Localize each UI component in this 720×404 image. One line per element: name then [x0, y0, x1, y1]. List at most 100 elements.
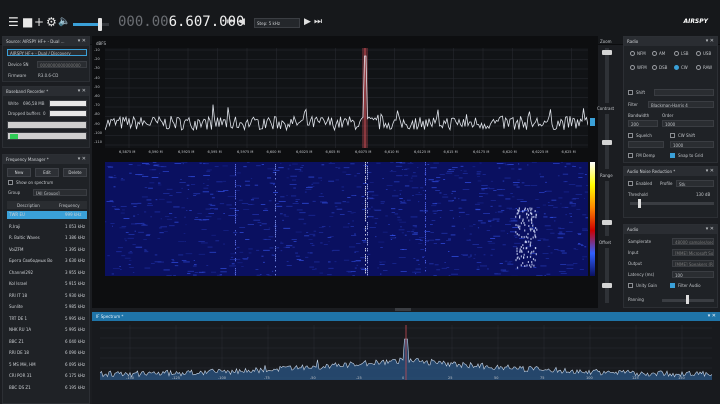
gear-icon[interactable]: ⚙	[46, 16, 57, 28]
if-x-tick: 0	[402, 376, 405, 380]
record-format-select[interactable]	[7, 121, 87, 129]
add-icon[interactable]: +	[34, 16, 44, 28]
freq-table-row[interactable]: TWR EU 999 kHz	[7, 211, 87, 219]
fm-demp-checkbox[interactable]	[628, 153, 633, 158]
splitter-handle[interactable]	[395, 308, 411, 311]
device-select[interactable]: AIRSPY HF+ - Dual / Discovery	[7, 49, 87, 56]
volume-knob[interactable]	[98, 18, 102, 31]
zoom-slider[interactable]	[605, 48, 609, 103]
freq-table-row[interactable]: RRI DE 18 6 090 kHz	[7, 349, 87, 357]
mode-radio-raw[interactable]	[696, 65, 701, 70]
freq-table-row[interactable]: Sunlite 5 985 kHz	[7, 303, 87, 311]
audio-panel-title: Audio	[627, 227, 639, 232]
shift-value[interactable]	[654, 89, 714, 96]
audio-panel-header[interactable]: Audio ▾ ✕	[624, 225, 717, 234]
anr-profile-select[interactable]: Stk	[676, 180, 714, 187]
mode-radio-wfm[interactable]	[630, 65, 635, 70]
edit-button[interactable]: Edit	[35, 168, 59, 177]
freq-table-row[interactable]: BBC Z1 6 040 kHz	[7, 338, 87, 346]
panel-controls-icon[interactable]: ▾ ✕	[78, 156, 86, 162]
order-field[interactable]: 1000	[662, 120, 714, 127]
input-select[interactable]: [MME] Microsoft Sound	[672, 249, 714, 256]
if-spectrum-header[interactable]: IF Spectrum * ▾ ✕	[92, 312, 720, 321]
filter-select[interactable]: Blackman-Harris 4	[648, 101, 714, 108]
shift-checkbox[interactable]	[628, 90, 633, 95]
tune-next-fast-button[interactable]: ⏭	[314, 17, 322, 27]
frequency-display[interactable]: 000.006.607.000	[118, 14, 244, 30]
show-on-spectrum-checkbox[interactable]	[8, 180, 13, 185]
range-knob[interactable]	[602, 220, 612, 225]
mode-radio-usb[interactable]	[696, 51, 701, 56]
mode-radio-cw[interactable]	[674, 65, 679, 70]
col-frequency[interactable]: Frequency	[59, 203, 80, 208]
freq-table-row[interactable]: Брега Свободных Во 3 630 kHz	[7, 257, 87, 265]
tune-prev-fast-button[interactable]: ⏮	[227, 17, 235, 27]
freq-table-row[interactable]: VoiZFM 1 395 kHz	[7, 246, 87, 254]
anr-enabled-checkbox[interactable]	[628, 181, 633, 186]
filter-audio-checkbox[interactable]	[670, 283, 675, 288]
cw-shift-checkbox[interactable]	[670, 133, 675, 138]
radio-panel-header[interactable]: Radio ▾ ✕	[624, 37, 717, 46]
volume-icon[interactable]: 🔈	[58, 16, 70, 28]
new-button[interactable]: New	[7, 168, 31, 177]
spectrum-x-tick: 6,5875 M	[119, 150, 136, 154]
freq-table-row[interactable]: BBC DS Z1 6 195 kHz	[7, 384, 87, 392]
panning-knob[interactable]	[686, 295, 689, 304]
freq-table-row[interactable]: R. Baltic Waves 1 386 kHz	[7, 234, 87, 242]
mode-radio-am[interactable]	[652, 51, 657, 56]
freq-table-row[interactable]: Kol Israel 5 915 kHz	[7, 280, 87, 288]
threshold-slider[interactable]	[630, 202, 714, 205]
anr-panel-header[interactable]: Audio Noise Reduction * ▾ ✕	[624, 167, 717, 176]
freq-table-row[interactable]: TRT DE 1 5 995 kHz	[7, 315, 87, 323]
tune-next-button[interactable]: ▶	[304, 17, 311, 27]
latency-field[interactable]: 100	[672, 271, 714, 278]
mode-radio-dsb[interactable]	[652, 65, 657, 70]
step-select[interactable]: Step: 5 kHz	[254, 18, 300, 28]
squelch-slider[interactable]	[628, 141, 664, 148]
panel-controls-icon[interactable]: ▾ ✕	[78, 88, 86, 94]
offset-knob[interactable]	[602, 283, 612, 288]
panel-controls-icon[interactable]: ▾ ✕	[706, 38, 714, 44]
panel-controls-icon[interactable]: ▾ ✕	[78, 38, 86, 44]
freq-table-row[interactable]: R.Iraji 1 053 kHz	[7, 223, 87, 231]
range-slider[interactable]	[605, 181, 609, 236]
baseband-panel-header[interactable]: Baseband Recorder * ▾ ✕	[3, 87, 89, 96]
mode-radio-nfm[interactable]	[630, 51, 635, 56]
freq-table-row[interactable]: 5 MS MH, HM 6 095 kHz	[7, 361, 87, 369]
record-progress	[7, 132, 87, 140]
col-description[interactable]: Description	[17, 203, 40, 208]
freqmgr-panel-header[interactable]: Frequency Manager * ▾ ✕	[3, 155, 89, 164]
snap-to-grid-checkbox[interactable]	[670, 153, 675, 158]
source-panel: Source: AIRSPY HF+ - Dual ... ▾ ✕ AIRSPY …	[2, 36, 90, 82]
unity-gain-checkbox[interactable]	[628, 283, 633, 288]
contrast-knob[interactable]	[602, 140, 612, 145]
bandwidth-field[interactable]: 200	[628, 120, 658, 127]
squelch-checkbox[interactable]	[628, 133, 633, 138]
freq-row-description: Channel292	[9, 269, 34, 275]
delete-button[interactable]: Delete	[63, 168, 87, 177]
source-panel-header[interactable]: Source: AIRSPY HF+ - Dual ... ▾ ✕	[3, 37, 89, 46]
zoom-knob[interactable]	[602, 50, 612, 55]
freq-table-row[interactable]: NHK RU 1A 5 995 kHz	[7, 326, 87, 334]
freq-table-row[interactable]: Channel292 3 955 kHz	[7, 269, 87, 277]
panel-controls-icon[interactable]: ▾ ✕	[708, 313, 716, 319]
tune-prev-button[interactable]: ◀	[238, 17, 245, 27]
anr-enabled-label: Enabled	[636, 181, 653, 186]
group-select[interactable]: [All Groups]	[33, 189, 87, 196]
freq-table-row[interactable]: CRI POR 31 6 175 kHz	[7, 372, 87, 380]
if-spectrum-plot[interactable]	[100, 325, 712, 395]
output-select[interactable]: [MME] Speakers (Re	[672, 260, 714, 267]
samplerate-select[interactable]: 48000 samples/sec	[672, 238, 714, 245]
spectrum-plot[interactable]	[105, 48, 588, 148]
cw-shift-label: CW Shift	[678, 133, 696, 138]
stop-icon[interactable]: ■	[22, 16, 33, 28]
menu-icon[interactable]: ☰	[8, 16, 19, 28]
threshold-knob[interactable]	[638, 199, 641, 208]
mode-radio-lsb[interactable]	[674, 51, 679, 56]
cw-shift-field[interactable]: 1000	[670, 141, 714, 148]
panel-controls-icon[interactable]: ▾ ✕	[706, 226, 714, 232]
panel-controls-icon[interactable]: ▾ ✕	[706, 168, 714, 174]
freq-table-row[interactable]: RRI IT 18 5 930 kHz	[7, 292, 87, 300]
offset-slider[interactable]	[605, 248, 609, 303]
waterfall[interactable]	[105, 162, 588, 276]
